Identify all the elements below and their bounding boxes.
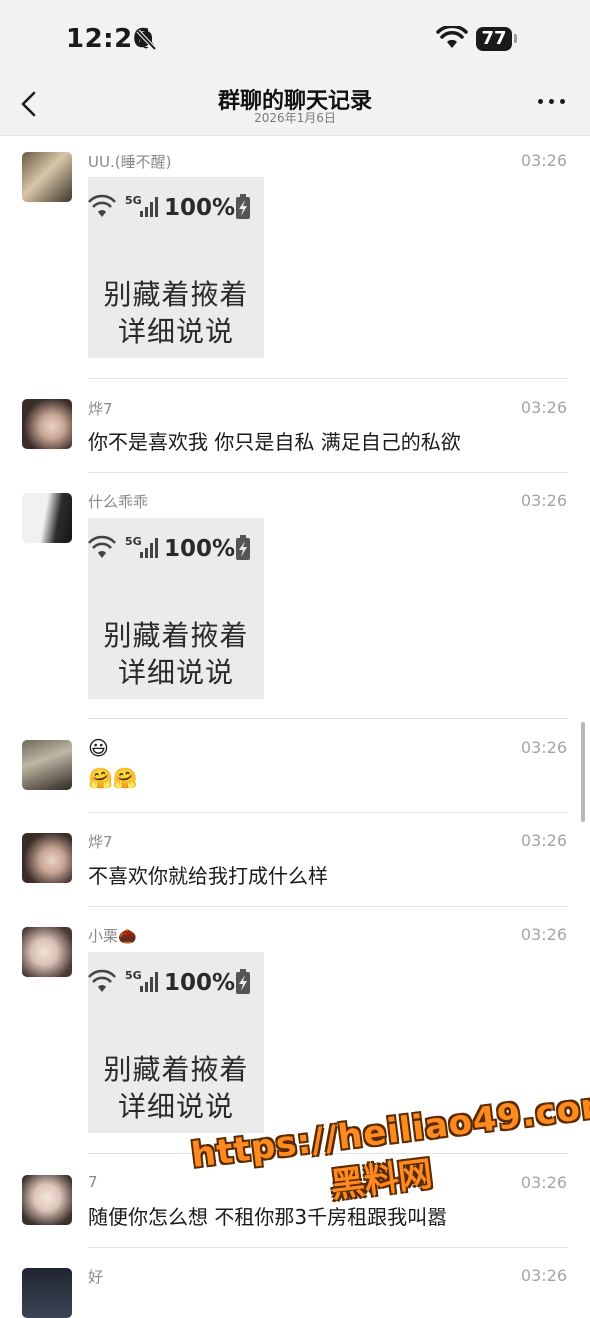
svg-text:5G: 5G	[125, 969, 142, 982]
scrollbar[interactable]	[581, 722, 585, 822]
sender-name: 烨7	[88, 400, 113, 418]
message-text: 你不是喜欢我 你只是自私 满足自己的私欲	[88, 430, 461, 454]
wifi-icon	[436, 26, 468, 48]
sender-name: 7	[88, 1173, 98, 1191]
message-time: 03:26	[520, 398, 567, 417]
avatar[interactable]	[22, 927, 72, 977]
sticker-text-1: 别藏着掖着	[103, 619, 249, 652]
message-divider	[88, 906, 568, 907]
message-time: 03:26	[520, 831, 567, 850]
sender-name: 什么乖乖	[88, 493, 149, 511]
sticker-text-2: 详细说说	[117, 1090, 234, 1123]
sticker-percent: 100%	[164, 970, 236, 996]
battery-cap	[514, 34, 517, 43]
message-divider	[88, 812, 568, 813]
message-divider	[88, 1247, 568, 1248]
message-divider	[88, 472, 568, 473]
message-time: 03:26	[520, 491, 567, 510]
sender-name: UU.(睡不醒)	[88, 153, 172, 171]
bell-muted-icon	[136, 29, 157, 51]
avatar[interactable]	[22, 399, 72, 449]
avatar[interactable]	[22, 493, 72, 543]
message-divider	[88, 718, 568, 719]
avatar[interactable]	[22, 740, 72, 790]
message-time: 03:26	[520, 1266, 567, 1285]
message-time: 03:26	[520, 151, 567, 170]
nav-bar: 群聊的聊天记录 2026年1月6日	[0, 78, 590, 136]
status-bar: 12:26 77	[0, 0, 590, 78]
sticker-percent: 100%	[164, 195, 236, 221]
sticker-text-1: 别藏着掖着	[103, 278, 249, 311]
svg-text:5G: 5G	[125, 194, 142, 207]
message-time: 03:26	[520, 1173, 567, 1192]
sticker-image[interactable]: 5G 100% 别藏着掖着 详细说说	[88, 952, 264, 1133]
sticker-text-2: 详细说说	[117, 315, 234, 348]
avatar[interactable]	[22, 1268, 72, 1318]
message-divider	[88, 378, 568, 379]
message-emoji-line-2: 🤗🤗	[88, 766, 138, 790]
svg-text:5G: 5G	[125, 535, 142, 548]
more-options-icon[interactable]	[538, 96, 566, 106]
message-time: 03:26	[520, 738, 567, 757]
sticker-image[interactable]: 5G 100% 别藏着掖着 详细说说	[88, 177, 264, 358]
sticker-text-2: 详细说说	[117, 656, 234, 689]
message-text: 不喜欢你就给我打成什么样	[88, 864, 328, 888]
sticker-percent: 100%	[164, 536, 236, 562]
avatar[interactable]	[22, 833, 72, 883]
page-date: 2026年1月6日	[254, 111, 336, 125]
battery-indicator: 77	[476, 27, 512, 51]
message-time: 03:26	[520, 925, 567, 944]
message-text: 随便你怎么想 不租你那3千房租跟我叫嚣	[88, 1205, 448, 1229]
sticker-image[interactable]: 5G 100% 别藏着掖着 详细说说	[88, 518, 264, 699]
avatar[interactable]	[22, 1175, 72, 1225]
sender-name: 好	[88, 1268, 104, 1286]
message-emoji-line-1: 😃	[88, 736, 109, 760]
avatar[interactable]	[22, 152, 72, 202]
sticker-text-1: 别藏着掖着	[103, 1053, 249, 1086]
sender-name: 烨7	[88, 833, 113, 851]
sender-name: 小栗🌰	[88, 927, 137, 945]
